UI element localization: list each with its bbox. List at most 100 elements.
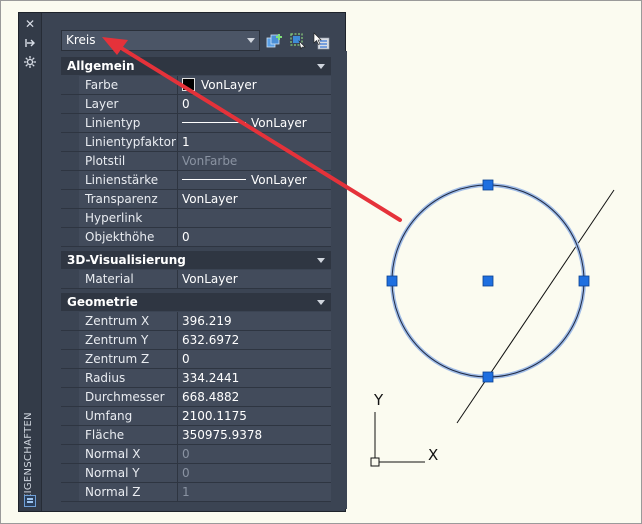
property-row-zentrum-x[interactable]: Zentrum X 396.219: [61, 312, 331, 331]
property-value[interactable]: 1: [178, 483, 331, 501]
chevron-down-icon[interactable]: [317, 300, 325, 305]
property-value[interactable]: 632.6972: [178, 331, 331, 349]
property-row-transparenz[interactable]: Transparenz VonLayer: [61, 190, 331, 209]
property-value[interactable]: VonLayer: [178, 190, 331, 208]
row-gutter: [61, 445, 79, 463]
grip-right: [578, 275, 590, 287]
property-row-flache[interactable]: Fläche 350975.9378: [61, 426, 331, 445]
property-value[interactable]: VonFarbe: [178, 152, 331, 170]
palette-title: EIGENSCHAFTEN: [23, 412, 34, 500]
property-value-text: VonLayer: [251, 173, 307, 187]
property-value-text: 0: [182, 352, 190, 366]
property-name: Linientypfaktor: [79, 133, 178, 151]
property-row-farbe[interactable]: Farbe VonLayer: [61, 76, 331, 95]
property-row-umfang[interactable]: Umfang 2100.1175: [61, 407, 331, 426]
property-row-radius[interactable]: Radius 334.2441: [61, 369, 331, 388]
object-type-select[interactable]: Kreis: [61, 30, 260, 51]
property-value-text: 2100.1175: [182, 409, 247, 423]
row-gutter: [61, 407, 79, 425]
property-name: Umfang: [79, 407, 178, 425]
row-gutter: [61, 171, 79, 189]
property-row-hyperlink[interactable]: Hyperlink: [61, 209, 331, 228]
properties-icon[interactable]: [24, 495, 36, 507]
property-value[interactable]: 0: [178, 350, 331, 368]
property-name: Linienstärke: [79, 171, 178, 189]
diagonal-line: [456, 189, 615, 424]
property-value[interactable]: 668.4882: [178, 388, 331, 406]
grip-left: [386, 275, 398, 287]
property-value[interactable]: 0: [178, 228, 331, 246]
chevron-down-icon[interactable]: [317, 258, 325, 263]
property-row-linientyp[interactable]: Linientyp VonLayer: [61, 114, 331, 133]
row-gutter: [61, 95, 79, 113]
property-value-text: 1: [182, 135, 190, 149]
property-name: Transparenz: [79, 190, 178, 208]
property-value-text: VonLayer: [251, 116, 307, 130]
property-row-plotstil[interactable]: Plotstil VonFarbe: [61, 152, 331, 171]
property-name: Zentrum X: [79, 312, 178, 330]
line-sample: [182, 122, 246, 123]
autohide-icon[interactable]: [23, 36, 37, 50]
property-value[interactable]: VonLayer: [178, 270, 331, 288]
property-name: Durchmesser: [79, 388, 178, 406]
property-value-text: VonLayer: [182, 192, 238, 206]
palette-scrollbar[interactable]: [333, 51, 347, 509]
grip-bottom: [482, 371, 494, 383]
property-value-text: 0: [182, 466, 190, 480]
property-value[interactable]: 0: [178, 445, 331, 463]
palette-title-strip[interactable]: ✕ EIGENSCHAFTEN: [19, 13, 42, 511]
toggle-pickadd-icon[interactable]: [266, 32, 284, 50]
ucs-y-label: Y: [374, 391, 384, 409]
property-row-normal-x[interactable]: Normal X 0: [61, 445, 331, 464]
property-value-text: VonLayer: [201, 78, 257, 92]
property-value[interactable]: VonLayer: [178, 114, 331, 132]
property-value[interactable]: 350975.9378: [178, 426, 331, 444]
property-name: Farbe: [79, 76, 178, 94]
property-row-durchmesser[interactable]: Durchmesser 668.4882: [61, 388, 331, 407]
property-value-text: VonLayer: [182, 272, 238, 286]
row-gutter: [61, 114, 79, 132]
property-value[interactable]: [178, 209, 331, 227]
property-row-normal-z[interactable]: Normal Z 1: [61, 483, 331, 502]
property-row-zentrum-z[interactable]: Zentrum Z 0: [61, 350, 331, 369]
settings-icon[interactable]: [23, 55, 37, 69]
row-gutter: [61, 312, 79, 330]
property-value[interactable]: 0: [178, 95, 331, 113]
property-value-text: 668.4882: [182, 390, 240, 404]
row-gutter: [61, 426, 79, 444]
property-row-zentrum-y[interactable]: Zentrum Y 632.6972: [61, 331, 331, 350]
property-value[interactable]: 334.2441: [178, 369, 331, 387]
property-value[interactable]: VonLayer: [178, 76, 331, 94]
property-row-layer[interactable]: Layer 0: [61, 95, 331, 114]
property-row-normal-y[interactable]: Normal Y 0: [61, 464, 331, 483]
property-row-linienstarke[interactable]: Linienstärke VonLayer: [61, 171, 331, 190]
chevron-down-icon[interactable]: [317, 64, 325, 69]
row-gutter: [61, 76, 79, 94]
property-value[interactable]: 396.219: [178, 312, 331, 330]
property-value[interactable]: 2100.1175: [178, 407, 331, 425]
section-title: Geometrie: [67, 295, 138, 309]
property-value[interactable]: 0: [178, 464, 331, 482]
property-value-text: 334.2441: [182, 371, 240, 385]
properties-palette: ✕ EIGENSCHAFTEN Kreis Allgemein Farbe Vo…: [18, 12, 347, 512]
property-row-objekthohe[interactable]: Objekthöhe 0: [61, 228, 331, 247]
section-header-3d-visualisierung[interactable]: 3D-Visualisierung: [61, 251, 331, 269]
property-value[interactable]: 1: [178, 133, 331, 151]
section-header-geometrie[interactable]: Geometrie: [61, 293, 331, 311]
property-row-material[interactable]: Material VonLayer: [61, 270, 331, 289]
property-row-linientypfaktor[interactable]: Linientypfaktor 1: [61, 133, 331, 152]
property-name: Fläche: [79, 426, 178, 444]
section-header-allgemein[interactable]: Allgemein: [61, 57, 331, 75]
section-title: 3D-Visualisierung: [67, 253, 186, 267]
property-name: Material: [79, 270, 178, 288]
close-icon[interactable]: ✕: [23, 17, 37, 31]
row-gutter: [61, 190, 79, 208]
select-objects-icon[interactable]: [289, 32, 307, 50]
color-swatch: [182, 78, 195, 91]
property-value[interactable]: VonLayer: [178, 171, 331, 189]
property-name: Normal Z: [79, 483, 178, 501]
quick-select-icon[interactable]: [312, 32, 330, 50]
property-name: Layer: [79, 95, 178, 113]
property-value-text: 0: [182, 447, 190, 461]
row-gutter: [61, 209, 79, 227]
